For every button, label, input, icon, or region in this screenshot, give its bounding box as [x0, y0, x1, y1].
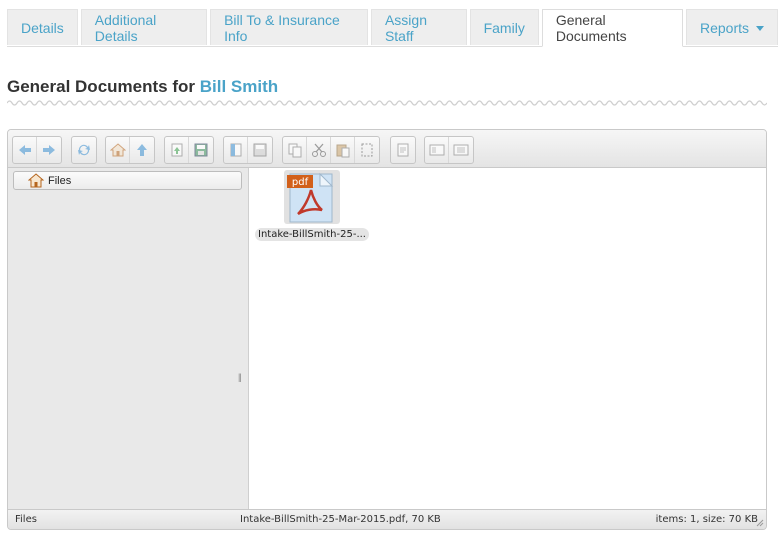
tab-additional-details[interactable]: Additional Details	[80, 9, 208, 45]
paste-icon	[336, 144, 349, 158]
caret-down-icon	[756, 26, 764, 31]
tree-root-files[interactable]: Files	[13, 171, 242, 190]
list-view-button[interactable]	[449, 137, 473, 163]
upload-icon	[171, 143, 182, 157]
tab-assign-staff[interactable]: Assign Staff	[370, 9, 467, 45]
tree-root-label: Files	[48, 174, 72, 187]
save-icon	[194, 143, 208, 157]
forward-button[interactable]	[37, 137, 61, 163]
page-title-prefix: General Documents for	[7, 77, 195, 96]
info-button[interactable]	[391, 137, 415, 163]
tab-reports[interactable]: Reports	[685, 9, 778, 45]
scissors-icon	[311, 143, 326, 157]
copy-button[interactable]	[283, 137, 307, 163]
select-icon	[361, 143, 373, 157]
status-path: Files	[15, 514, 37, 525]
disk-icon	[253, 143, 267, 157]
pdf-badge: pdf	[292, 177, 309, 188]
arrow-left-icon	[18, 145, 31, 155]
cut-button[interactable]	[307, 137, 331, 163]
tab-label: Family	[483, 19, 525, 36]
status-bar: Files Intake-BillSmith-25-Mar-2015.pdf, …	[8, 509, 766, 529]
view-file-group	[223, 136, 273, 164]
view-group	[424, 136, 474, 164]
resize-grip-icon[interactable]	[756, 519, 764, 527]
tab-bar: Details Additional Details Bill To & Ins…	[7, 9, 778, 47]
icons-view-icon	[429, 144, 444, 156]
upload-button[interactable]	[165, 137, 189, 163]
tab-label: Reports	[699, 19, 749, 36]
reload-group	[71, 136, 97, 164]
arrow-right-icon	[43, 145, 55, 155]
page-title: General Documents for Bill Smith	[7, 77, 278, 97]
tab-label: Assign Staff	[384, 11, 427, 44]
home-button[interactable]	[106, 137, 130, 163]
tab-label: Bill To & Insurance Info	[224, 11, 340, 44]
edit-group	[282, 136, 380, 164]
pdf-file-icon: pdf	[284, 170, 340, 224]
copy-icon	[288, 143, 301, 158]
folder-tree: Files ||	[8, 168, 249, 510]
tab-family[interactable]: Family	[469, 9, 539, 45]
file-list: pdf Intake-BillSmith-25-...	[249, 168, 766, 510]
reload-icon	[78, 144, 90, 156]
open-button[interactable]	[224, 137, 248, 163]
wavy-divider	[7, 100, 767, 106]
transfer-group	[164, 136, 214, 164]
client-name: Bill Smith	[199, 77, 279, 96]
home-icon	[28, 173, 44, 188]
home-icon	[109, 143, 126, 157]
file-name: Intake-BillSmith-25-...	[255, 228, 369, 241]
up-button[interactable]	[130, 137, 154, 163]
tab-label: Details	[21, 19, 64, 36]
file-manager-toolbar	[8, 130, 766, 168]
tab-bill-to-insurance[interactable]: Bill To & Insurance Info	[210, 9, 368, 45]
list-view-icon	[453, 144, 469, 156]
resize-handle-icon[interactable]: ||	[238, 372, 242, 382]
arrow-up-icon	[137, 144, 147, 156]
save-button[interactable]	[248, 137, 272, 163]
tab-label: Additional Details	[94, 11, 157, 44]
back-button[interactable]	[13, 137, 37, 163]
tab-label: General Documents	[555, 12, 627, 44]
document-icon	[397, 143, 409, 157]
select-all-button[interactable]	[355, 137, 379, 163]
icons-view-button[interactable]	[425, 137, 449, 163]
navigation-group	[105, 136, 155, 164]
tab-details[interactable]: Details	[7, 9, 78, 45]
info-group	[390, 136, 416, 164]
paste-button[interactable]	[331, 137, 355, 163]
open-icon	[230, 143, 241, 157]
history-group	[12, 136, 62, 164]
file-item[interactable]: pdf Intake-BillSmith-25-...	[253, 170, 371, 242]
pdf-icon: pdf	[287, 172, 334, 223]
tab-general-documents[interactable]: General Documents	[541, 9, 683, 47]
reload-button[interactable]	[72, 137, 96, 163]
file-manager: Files || pdf Intake-BillSmith-25-... Fil…	[7, 129, 767, 530]
download-button[interactable]	[189, 137, 213, 163]
status-summary: items: 1, size: 70 KB	[655, 514, 758, 525]
status-selection: Intake-BillSmith-25-Mar-2015.pdf, 70 KB	[240, 514, 441, 525]
